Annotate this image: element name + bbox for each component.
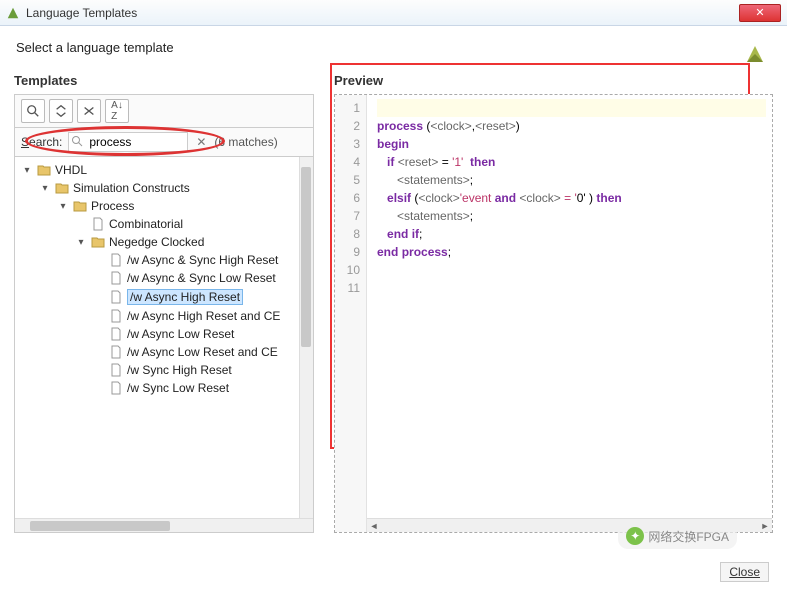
tree-label: /w Async High Reset bbox=[127, 289, 243, 305]
tree-label: /w Async High Reset and CE bbox=[127, 309, 280, 323]
code-gutter: 1234567891011 bbox=[335, 95, 367, 532]
tree-label: /w Sync High Reset bbox=[127, 363, 232, 377]
preview-pane: Preview 1234567891011 process (<clock>,<… bbox=[334, 73, 773, 533]
watermark-text: 网络交换FPGA bbox=[648, 528, 729, 545]
code-area: process (<clock>,<reset>)begin if <reset… bbox=[367, 95, 772, 532]
search-button[interactable] bbox=[21, 99, 45, 123]
chevron-down-icon: ▾ bbox=[57, 201, 69, 212]
chevron-down-icon: ▾ bbox=[39, 183, 51, 194]
file-icon bbox=[109, 327, 123, 341]
window-close-button[interactable]: ✕ bbox=[739, 4, 781, 22]
tree-label: /w Async Low Reset and CE bbox=[127, 345, 278, 359]
search-label: Search: bbox=[21, 135, 62, 149]
folder-icon bbox=[37, 163, 51, 177]
file-icon bbox=[91, 217, 105, 231]
app-icon bbox=[6, 6, 20, 20]
templates-title: Templates bbox=[14, 73, 314, 88]
file-icon bbox=[109, 345, 123, 359]
template-tree[interactable]: ▾ VHDL ▾ Simulation Constructs bbox=[14, 156, 314, 533]
tree-leaf[interactable]: /w Sync High Reset bbox=[15, 361, 313, 379]
search-icon bbox=[26, 104, 40, 118]
tree-node-simulation[interactable]: ▾ Simulation Constructs bbox=[15, 179, 313, 197]
file-icon bbox=[109, 290, 123, 304]
tree-leaf[interactable]: /w Async High Reset and CE bbox=[15, 307, 313, 325]
tree-label: Simulation Constructs bbox=[73, 181, 190, 195]
tree-leaf-combinatorial[interactable]: Combinatorial bbox=[15, 215, 313, 233]
tree-leaf[interactable]: /w Async & Sync Low Reset bbox=[15, 269, 313, 287]
chevron-down-icon: ▾ bbox=[21, 165, 33, 176]
tree-node-vhdl[interactable]: ▾ VHDL bbox=[15, 161, 313, 179]
file-icon bbox=[109, 253, 123, 267]
collapse-all-button[interactable] bbox=[49, 99, 73, 123]
templates-pane: Templates A↓Z Search: ✕ bbox=[14, 73, 314, 533]
wechat-icon: ✦ bbox=[626, 527, 644, 545]
tree-label: Negedge Clocked bbox=[109, 235, 204, 249]
tree-label: VHDL bbox=[55, 163, 87, 177]
file-icon bbox=[109, 271, 123, 285]
scroll-right-icon[interactable]: ► bbox=[758, 519, 772, 533]
tree-leaf[interactable]: /w Async Low Reset bbox=[15, 325, 313, 343]
tree-label: /w Sync Low Reset bbox=[127, 381, 229, 395]
sort-icon: A↓Z bbox=[111, 100, 123, 122]
expand-icon bbox=[82, 104, 96, 118]
close-icon: ✕ bbox=[755, 6, 764, 19]
tree-label: /w Async Low Reset bbox=[127, 327, 234, 341]
match-count: (6 matches) bbox=[214, 135, 277, 149]
tree-horizontal-scrollbar[interactable] bbox=[15, 518, 313, 532]
app-logo-icon bbox=[743, 42, 767, 66]
tree-label: Combinatorial bbox=[109, 217, 183, 231]
watermark: ✦ 网络交换FPGA bbox=[618, 523, 737, 549]
folder-icon bbox=[55, 181, 69, 195]
chevron-down-icon: ▾ bbox=[75, 237, 87, 248]
tree-vertical-scrollbar[interactable] bbox=[299, 157, 313, 518]
preview-title: Preview bbox=[334, 73, 773, 88]
tree-node-negedge[interactable]: ▾ Negedge Clocked bbox=[15, 233, 313, 251]
file-icon bbox=[109, 381, 123, 395]
code-preview[interactable]: 1234567891011 process (<clock>,<reset>)b… bbox=[334, 94, 773, 533]
tree-leaf[interactable]: /w Sync Low Reset bbox=[15, 379, 313, 397]
file-icon bbox=[109, 309, 123, 323]
expand-all-button[interactable] bbox=[77, 99, 101, 123]
titlebar: Language Templates ✕ bbox=[0, 0, 787, 26]
tree-leaf[interactable]: /w Async High Reset bbox=[15, 287, 313, 307]
tree-leaf[interactable]: /w Async Low Reset and CE bbox=[15, 343, 313, 361]
templates-toolbar: A↓Z bbox=[14, 94, 314, 127]
tree-node-process[interactable]: ▾ Process bbox=[15, 197, 313, 215]
tree-label: /w Async & Sync Low Reset bbox=[127, 271, 276, 285]
file-icon bbox=[109, 363, 123, 377]
folder-icon bbox=[73, 199, 87, 213]
tree-label: /w Async & Sync High Reset bbox=[127, 253, 278, 267]
page-subtitle: Select a language template bbox=[0, 26, 787, 63]
folder-icon bbox=[91, 235, 105, 249]
close-button[interactable]: Close bbox=[720, 562, 769, 582]
window-title: Language Templates bbox=[26, 6, 137, 20]
tree-label: Process bbox=[91, 199, 134, 213]
tree-leaf[interactable]: /w Async & Sync High Reset bbox=[15, 251, 313, 269]
search-input[interactable] bbox=[68, 132, 188, 152]
clear-search-button[interactable]: ✕ bbox=[194, 135, 208, 149]
scroll-left-icon[interactable]: ◄ bbox=[367, 519, 381, 533]
sort-button[interactable]: A↓Z bbox=[105, 99, 129, 123]
collapse-icon bbox=[54, 104, 68, 118]
search-bar: Search: ✕ (6 matches) bbox=[14, 127, 314, 156]
